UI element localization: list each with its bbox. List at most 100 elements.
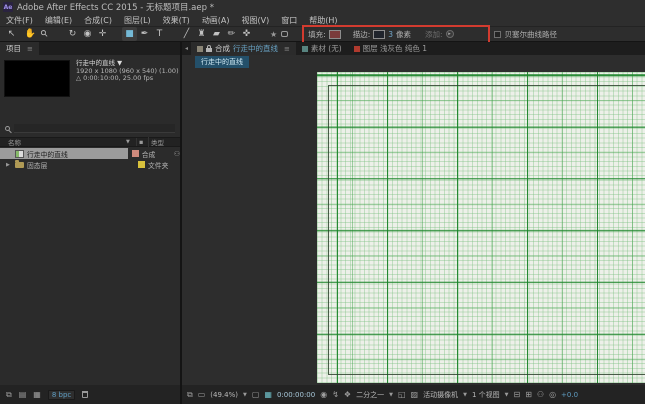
- pixel-aspect-icon[interactable]: ⊟: [513, 391, 520, 399]
- snapshot-icon[interactable]: ⧉: [187, 391, 193, 399]
- lock-icon[interactable]: [206, 48, 212, 52]
- project-bit-depth-button[interactable]: 8 bpc: [48, 390, 75, 400]
- menu-animation[interactable]: 动画(A): [196, 14, 236, 26]
- comp-tabstrip: ◂ 合成 行走中的直线 ≡ 素材 (无) 图层 浅灰色 纯色 1: [182, 42, 645, 55]
- grid-toggle-icon[interactable]: ▦: [264, 391, 272, 399]
- flowchart-icon[interactable]: ⚇: [537, 391, 544, 399]
- project-tabstrip: 项目 ≡: [0, 42, 180, 55]
- comp-navigator-breadcrumb[interactable]: 行走中的直线: [195, 56, 249, 68]
- active-comp-name: 行走中的直线: [233, 43, 278, 54]
- bezier-path-checkbox[interactable]: [494, 31, 501, 38]
- window-title: Adobe After Effects CC 2015 - 无标题项目.aep …: [17, 1, 214, 13]
- menu-file[interactable]: 文件(F): [0, 14, 39, 26]
- selection-tool-icon[interactable]: ↖: [4, 27, 19, 41]
- project-search-input[interactable]: [14, 124, 175, 133]
- new-folder-icon[interactable]: ▤: [19, 391, 27, 399]
- row-name: 行走中的直线: [27, 149, 68, 159]
- project-panel-footer: ⧉ ▤ ▦ 8 bpc: [0, 385, 180, 404]
- tab-swatch-icon: [354, 46, 360, 52]
- current-timecode[interactable]: 0:00:00:00: [277, 391, 315, 399]
- project-search-row: [0, 122, 180, 135]
- tool-creates-mask-icon[interactable]: [281, 31, 288, 37]
- stroke-unit-label: 像素: [396, 29, 411, 40]
- pen-tool-icon[interactable]: ✒: [137, 27, 152, 41]
- label-color-swatch[interactable]: [138, 161, 145, 168]
- transparency-grid-icon[interactable]: ▨: [411, 391, 419, 399]
- view-layout-caret-icon[interactable]: ▼: [505, 392, 509, 398]
- composition-viewer[interactable]: 行走中的直线: [182, 55, 645, 385]
- rotation-tool-icon[interactable]: ↻: [65, 27, 80, 41]
- fast-preview-icon[interactable]: ↯: [332, 391, 339, 399]
- row-type: 文件夹: [148, 160, 178, 170]
- preview-timing: △ 0:00:10:00, 25.00 fps: [76, 75, 179, 83]
- column-type[interactable]: 类型: [148, 137, 180, 147]
- menu-effect[interactable]: 效果(T): [157, 14, 196, 26]
- tab-composition[interactable]: 合成 行走中的直线 ≡: [191, 42, 296, 55]
- region-of-interest-icon[interactable]: ◱: [398, 391, 406, 399]
- menu-help[interactable]: 帮助(H): [303, 14, 343, 26]
- tab-footage[interactable]: 素材 (无): [296, 42, 348, 55]
- search-icon: [5, 126, 10, 131]
- roto-brush-tool-icon[interactable]: ✏: [224, 27, 239, 41]
- resolution-value[interactable]: 二分之一: [356, 390, 384, 400]
- type-tool-icon[interactable]: T: [152, 27, 167, 41]
- fill-color-swatch[interactable]: [329, 30, 341, 39]
- sort-caret-icon[interactable]: ▼: [126, 139, 136, 145]
- eraser-tool-icon[interactable]: ▰: [209, 27, 224, 41]
- interpret-footage-icon[interactable]: ⧉: [6, 391, 12, 399]
- row-type: 合成: [142, 149, 172, 159]
- tool-bar: ↖ ✋ ⚲ ↻ ◉ ✛ ■ ✒ T ╱ ♜ ▰ ✏ ✜ ★ 填充: 描边: 3 …: [0, 26, 645, 42]
- menu-composition[interactable]: 合成(C): [78, 14, 118, 26]
- zoom-tool-icon[interactable]: ⚲: [38, 27, 53, 41]
- exposure-value[interactable]: +0.0: [561, 391, 578, 399]
- panel-nav-back-icon[interactable]: ◂: [182, 42, 191, 55]
- menu-view[interactable]: 视图(V): [236, 14, 276, 26]
- composition-icon: [15, 150, 24, 158]
- tab-project[interactable]: 项目 ≡: [0, 42, 39, 55]
- add-label: 添加:: [425, 29, 443, 40]
- show-snapshot-icon[interactable]: ▭: [198, 391, 206, 399]
- column-label-icon[interactable]: ▪: [136, 138, 148, 146]
- menu-edit[interactable]: 编辑(E): [39, 14, 78, 26]
- composition-canvas-grid[interactable]: [317, 72, 645, 383]
- title-bar: Ae Adobe After Effects CC 2015 - 无标题项目.a…: [0, 0, 645, 14]
- panel-menu-icon[interactable]: ≡: [27, 45, 33, 53]
- tab-layer[interactable]: 图层 浅灰色 纯色 1: [348, 42, 433, 55]
- timeline-icon[interactable]: ⊞: [525, 391, 532, 399]
- tool-creates-shape-icon[interactable]: ★: [270, 30, 277, 39]
- view-layout-value[interactable]: 1 个视图: [472, 390, 500, 400]
- delete-item-icon[interactable]: [82, 391, 88, 398]
- label-color-swatch[interactable]: [132, 150, 139, 157]
- panel-menu-icon[interactable]: ≡: [284, 45, 290, 53]
- magnification-caret-icon[interactable]: ▼: [243, 392, 247, 398]
- channel-icon[interactable]: ❖: [344, 391, 351, 399]
- camera-view-caret-icon[interactable]: ▼: [463, 392, 467, 398]
- column-name[interactable]: 名称: [0, 137, 126, 147]
- rectangle-tool-icon[interactable]: ■: [122, 27, 137, 41]
- menu-window[interactable]: 窗口: [275, 14, 303, 26]
- project-row-solids-folder[interactable]: ▶ 固态层 文件夹: [0, 159, 180, 170]
- camera-view-value[interactable]: 活动摄像机: [423, 390, 458, 400]
- clone-stamp-tool-icon[interactable]: ♜: [194, 27, 209, 41]
- hand-tool-icon[interactable]: ✋: [23, 27, 38, 41]
- exposure-reset-icon[interactable]: ◎: [549, 391, 556, 399]
- snapshot-camera-icon[interactable]: ◉: [320, 391, 327, 399]
- resolution-caret-icon[interactable]: ▼: [389, 392, 393, 398]
- magnification-value[interactable]: (49.4%): [210, 391, 238, 399]
- camera-tool-icon[interactable]: ◉: [80, 27, 95, 41]
- menu-layer[interactable]: 图层(L): [118, 14, 157, 26]
- puppet-pin-tool-icon[interactable]: ✜: [239, 27, 254, 41]
- add-shape-property-button[interactable]: ▸: [446, 30, 454, 38]
- fill-label: 填充:: [308, 29, 326, 40]
- stroke-width-value[interactable]: 3: [388, 30, 393, 39]
- stroke-color-swatch[interactable]: [373, 30, 385, 39]
- brush-tool-icon[interactable]: ╱: [179, 27, 194, 41]
- project-list-header: 名称 ▼ ▪ 类型: [0, 137, 180, 147]
- new-composition-icon[interactable]: ▦: [33, 391, 41, 399]
- comp-panel-footer: ⧉ ▭ (49.4%) ▼ ▢ ▦ 0:00:00:00 ◉ ↯ ❖ 二分之一 …: [182, 385, 645, 404]
- twirl-icon[interactable]: ▶: [6, 162, 12, 168]
- project-row-composition[interactable]: 行走中的直线 合成 ⚇: [0, 148, 180, 159]
- safe-margins-icon[interactable]: ▢: [252, 391, 260, 399]
- project-preview-area: 行走中的直线 ▼ 1920 x 1080 (960 x 540) (1.00) …: [0, 57, 180, 103]
- pan-behind-tool-icon[interactable]: ✛: [95, 27, 110, 41]
